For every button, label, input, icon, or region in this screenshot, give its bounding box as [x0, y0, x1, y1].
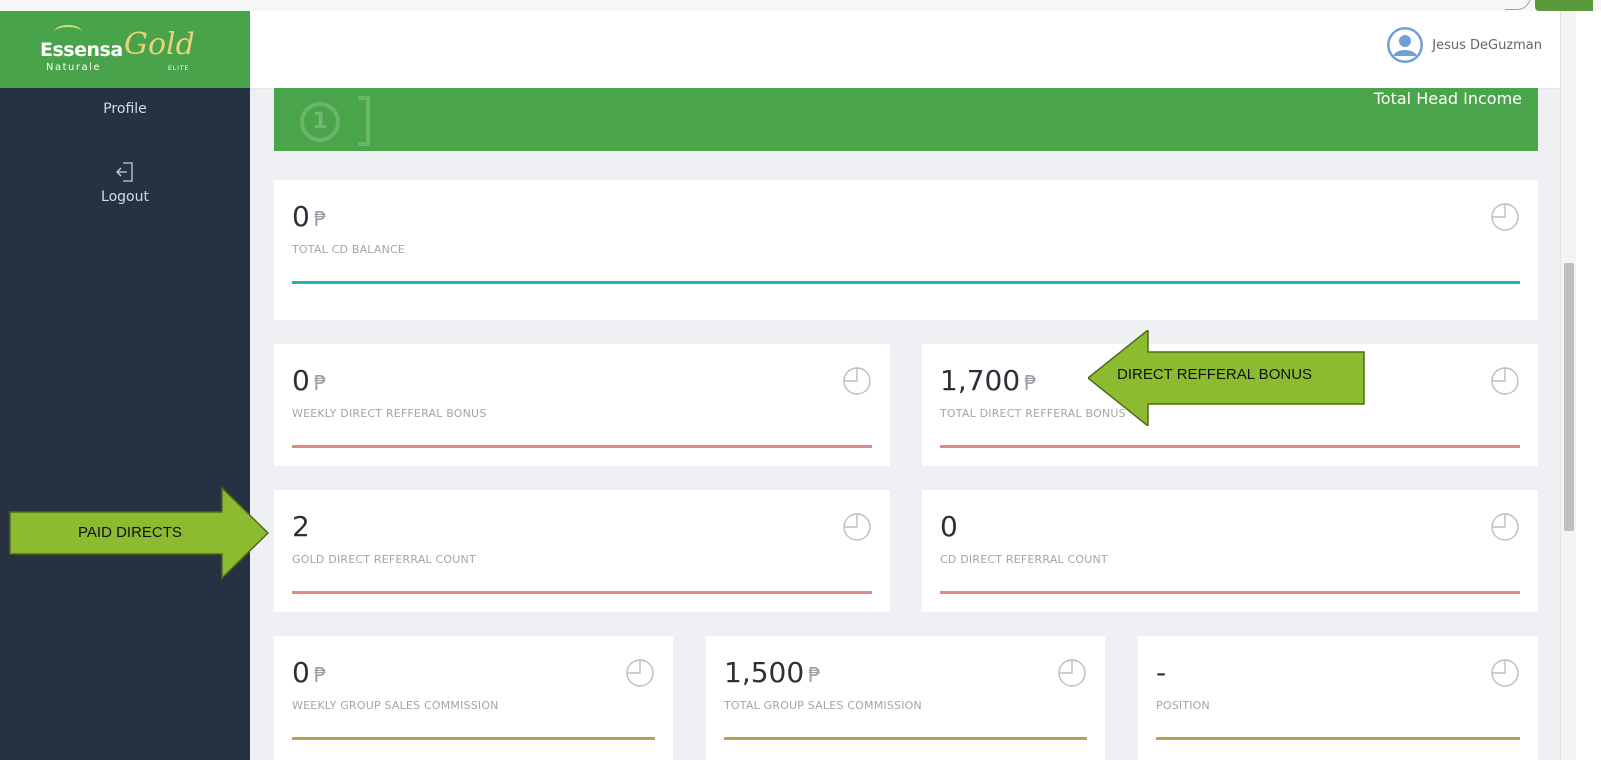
logo-gold-text: Gold	[124, 26, 195, 62]
card-value: 0 ₱	[292, 200, 327, 233]
card-label: POSITION	[1156, 699, 1210, 712]
essensa-gold-logo: Essensa Naturale Gold ELITE	[40, 21, 210, 79]
card-label: TOTAL CD BALANCE	[292, 243, 406, 256]
tab-edge	[1535, 0, 1593, 11]
sidebar-item-label: Logout	[101, 189, 149, 205]
pie-chart-icon	[1058, 659, 1086, 687]
card-cd-direct-referral-count: 0 CD DIRECT REFERRAL COUNT	[922, 490, 1538, 612]
banner-watermark-icon: 1	[300, 102, 340, 142]
card-weekly-group-sales-commission: 0 ₱ WEEKLY GROUP SALES COMMISSION	[274, 636, 673, 760]
card-progress-bar	[940, 591, 1520, 594]
annotation-label-paid-directs: PAID DIRECTS	[78, 524, 182, 541]
card-weekly-direct-referral-bonus: 0 ₱ WEEKLY DIRECT REFFERAL BONUS	[274, 344, 890, 466]
logo-sub-text: Naturale	[46, 61, 102, 73]
card-label: WEEKLY DIRECT REFFERAL BONUS	[292, 407, 487, 420]
banner-label: Total Head Income	[1373, 89, 1522, 108]
sidebar-item-logout[interactable]: Logout	[0, 161, 250, 205]
card-progress-bar	[292, 591, 872, 594]
scrollbar-thumb[interactable]	[1564, 263, 1574, 531]
browser-top-strip	[0, 0, 1601, 11]
logo-container[interactable]: Essensa Naturale Gold ELITE	[0, 11, 250, 88]
top-header: Jesus DeGuzman	[250, 11, 1560, 88]
card-label: CD DIRECT REFERRAL COUNT	[940, 553, 1108, 566]
pie-chart-icon	[843, 367, 871, 395]
card-value: -	[1156, 656, 1167, 689]
pie-chart-icon	[1491, 203, 1519, 231]
pie-chart-icon	[843, 513, 871, 541]
page-scrollbar[interactable]	[1560, 11, 1601, 760]
card-gold-direct-referral-count: 2 GOLD DIRECT REFERRAL COUNT	[274, 490, 890, 612]
annotation-label-direct-referral-bonus: DIRECT REFFERAL BONUS	[1117, 366, 1313, 383]
card-progress-bar	[1156, 737, 1520, 740]
card-label: TOTAL GROUP SALES COMMISSION	[724, 699, 922, 712]
pie-chart-icon	[1491, 513, 1519, 541]
card-total-cd-balance: 0 ₱ TOTAL CD BALANCE	[274, 180, 1538, 320]
card-progress-bar	[292, 445, 872, 448]
user-name: Jesus DeGuzman	[1432, 37, 1542, 53]
card-progress-bar	[940, 445, 1520, 448]
user-menu[interactable]: Jesus DeGuzman	[1386, 26, 1542, 64]
pie-chart-icon	[1491, 659, 1519, 687]
sidebar-item-profile[interactable]: Profile	[0, 95, 250, 117]
banner-watermark-bracket	[358, 96, 370, 146]
card-value: 0 ₱	[292, 656, 327, 689]
scrollbar-track[interactable]	[1560, 11, 1576, 760]
sidebar-item-label: Profile	[103, 101, 147, 117]
card-value: 0	[940, 510, 958, 543]
card-label: GOLD DIRECT REFERRAL COUNT	[292, 553, 476, 566]
total-head-income-banner: 1 Total Head Income	[274, 88, 1538, 151]
sidebar: Essensa Naturale Gold ELITE Profile Logo…	[0, 11, 250, 760]
logo-brand-text: Essensa	[40, 38, 123, 61]
logo-leaf-icon	[54, 24, 82, 39]
pie-chart-icon	[626, 659, 654, 687]
pie-chart-icon	[1491, 367, 1519, 395]
card-label: WEEKLY GROUP SALES COMMISSION	[292, 699, 499, 712]
card-value: 0 ₱	[292, 364, 327, 397]
logo-elite-text: ELITE	[168, 64, 190, 72]
logout-icon	[116, 162, 133, 182]
card-progress-bar	[292, 737, 655, 740]
card-value: 1,500 ₱	[724, 656, 821, 689]
card-position: - POSITION	[1138, 636, 1538, 760]
card-value: 1,700 ₱	[940, 364, 1037, 397]
tab-curve	[1505, 0, 1531, 10]
card-progress-bar	[724, 737, 1087, 740]
card-value: 2	[292, 510, 310, 543]
card-total-group-sales-commission: 1,500 ₱ TOTAL GROUP SALES COMMISSION	[706, 636, 1105, 760]
user-avatar-icon	[1387, 27, 1424, 63]
card-progress-bar	[292, 281, 1520, 284]
